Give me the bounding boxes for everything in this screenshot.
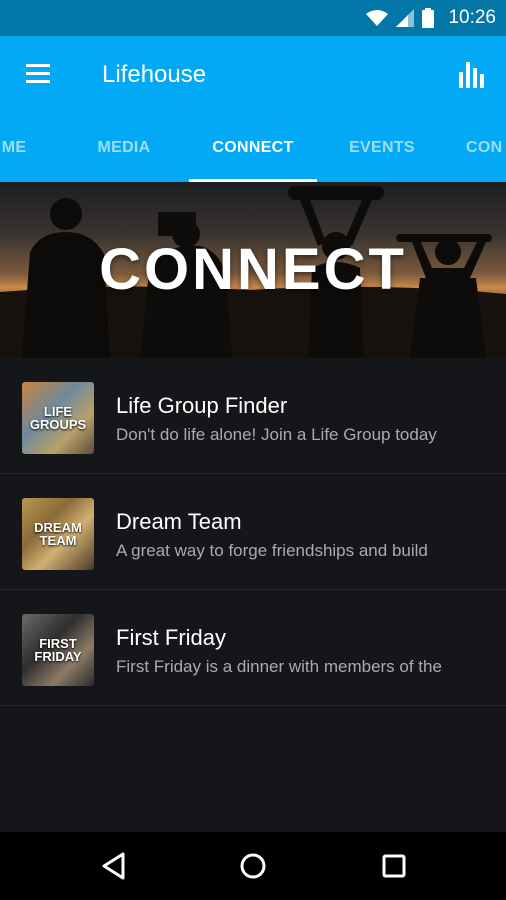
- signal-icon: [396, 9, 415, 27]
- tab-media[interactable]: MEDIA: [62, 114, 186, 182]
- thumbnail-label: DREAM TEAM: [34, 520, 82, 548]
- list-item-dream-team[interactable]: DREAM TEAM Dream Team A great way to for…: [0, 474, 506, 590]
- tab-connect[interactable]: CONNECT: [189, 114, 317, 182]
- list-item-subtitle: Don't do life alone! Join a Life Group t…: [116, 425, 437, 444]
- list-item-first-friday[interactable]: FIRST FRIDAY First Friday First Friday i…: [0, 590, 506, 706]
- system-nav-bar: [0, 832, 506, 900]
- bar-chart-icon[interactable]: [456, 58, 488, 90]
- hero-banner: CONNECT: [0, 182, 506, 358]
- hero-title: CONNECT: [99, 237, 407, 302]
- list-item-subtitle: First Friday is a dinner with members of…: [116, 657, 442, 676]
- recents-icon[interactable]: [374, 846, 414, 886]
- home-icon[interactable]: [233, 846, 273, 886]
- list-item-subtitle: A great way to forge friendships and bui…: [116, 541, 428, 560]
- app-title: Lifehouse: [102, 61, 207, 88]
- thumbnail-label: FIRST FRIDAY: [34, 636, 82, 664]
- wifi-icon: [366, 10, 389, 26]
- status-icons: 10:26: [366, 0, 496, 36]
- life-groups-thumbnail: LIFE GROUPS: [22, 382, 94, 454]
- connect-list: LIFE GROUPS Life Group Finder Don't do l…: [0, 358, 506, 706]
- list-item-title: Life Group Finder: [116, 393, 288, 418]
- thumbnail-label: LIFE GROUPS: [29, 404, 87, 432]
- tab-connect-partial[interactable]: CON: [466, 114, 506, 182]
- list-item-life-group-finder[interactable]: LIFE GROUPS Life Group Finder Don't do l…: [0, 358, 506, 474]
- list-item-title: Dream Team: [116, 509, 242, 534]
- app-toolbar: Lifehouse: [0, 36, 506, 114]
- hamburger-menu-icon[interactable]: [24, 62, 54, 88]
- tab-home[interactable]: ME: [0, 114, 34, 182]
- tab-bar: ME MEDIA CONNECT EVENTS CON: [0, 114, 506, 182]
- first-friday-thumbnail: FIRST FRIDAY: [22, 614, 94, 686]
- list-item-title: First Friday: [116, 625, 226, 650]
- status-time: 10:26: [448, 7, 496, 28]
- back-icon[interactable]: [94, 846, 134, 886]
- tab-events[interactable]: EVENTS: [320, 114, 444, 182]
- battery-icon: [422, 8, 435, 28]
- status-bar: 10:26: [0, 0, 506, 36]
- dream-team-thumbnail: DREAM TEAM: [22, 498, 94, 570]
